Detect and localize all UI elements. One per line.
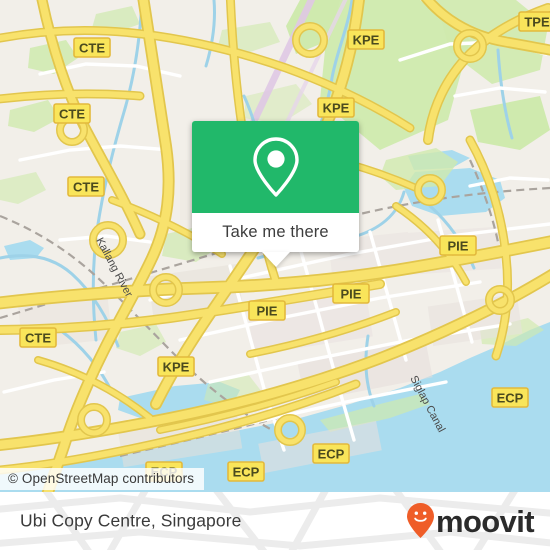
svg-text:PIE: PIE bbox=[341, 287, 362, 302]
moovit-logo[interactable]: moovit bbox=[406, 502, 535, 540]
highway-shield-kpe: KPE bbox=[317, 97, 355, 118]
svg-text:ECP: ECP bbox=[318, 447, 345, 462]
callout-pointer-tail bbox=[261, 252, 290, 267]
highway-shield-kpe: KPE bbox=[157, 356, 195, 377]
svg-text:CTE: CTE bbox=[59, 107, 85, 122]
highway-shield-ecp: ECP bbox=[227, 461, 265, 482]
highway-shield-cte: CTE bbox=[73, 37, 111, 58]
moovit-place-map-screenshot: Kallang River Siglap Canal TPE KPE CTE KPE CT… bbox=[0, 0, 550, 550]
highway-shield-kpe: KPE bbox=[347, 29, 385, 50]
highway-shield-pie: PIE bbox=[332, 283, 370, 304]
svg-text:KPE: KPE bbox=[163, 360, 190, 375]
highway-shield-cte: CTE bbox=[19, 327, 57, 348]
svg-text:KPE: KPE bbox=[323, 101, 350, 116]
highway-shield-pie: PIE bbox=[439, 235, 477, 256]
place-title: Ubi Copy Centre, Singapore bbox=[20, 510, 242, 531]
highway-shield-tpe: TPE bbox=[518, 11, 550, 32]
take-me-there-button[interactable]: Take me there bbox=[192, 213, 359, 252]
svg-text:CTE: CTE bbox=[73, 180, 99, 195]
map-pin-icon bbox=[252, 137, 299, 197]
svg-text:PIE: PIE bbox=[257, 304, 278, 319]
place-callout-card[interactable]: Take me there bbox=[192, 121, 359, 267]
footer-bar: Ubi Copy Centre, Singapore moovit bbox=[0, 492, 550, 550]
svg-text:CTE: CTE bbox=[25, 331, 51, 346]
moovit-smiley-pin-icon bbox=[406, 503, 434, 538]
highway-shield-cte: CTE bbox=[67, 176, 105, 197]
svg-text:TPE: TPE bbox=[524, 15, 550, 30]
svg-text:KPE: KPE bbox=[353, 33, 380, 48]
svg-text:PIE: PIE bbox=[448, 239, 469, 254]
highway-shield-pie: PIE bbox=[248, 300, 286, 321]
highway-shield-ecp: ECP bbox=[312, 443, 350, 464]
svg-text:ECP: ECP bbox=[497, 391, 524, 406]
take-me-there-label: Take me there bbox=[222, 223, 329, 241]
svg-text:CTE: CTE bbox=[79, 41, 105, 56]
moovit-wordmark: moovit bbox=[435, 503, 535, 539]
callout-icon-area bbox=[192, 121, 359, 213]
highway-shield-cte: CTE bbox=[53, 103, 91, 124]
svg-text:ECP: ECP bbox=[233, 465, 260, 480]
osm-attribution[interactable]: © OpenStreetMap contributors bbox=[0, 468, 205, 490]
highway-shield-ecp: ECP bbox=[491, 387, 529, 408]
